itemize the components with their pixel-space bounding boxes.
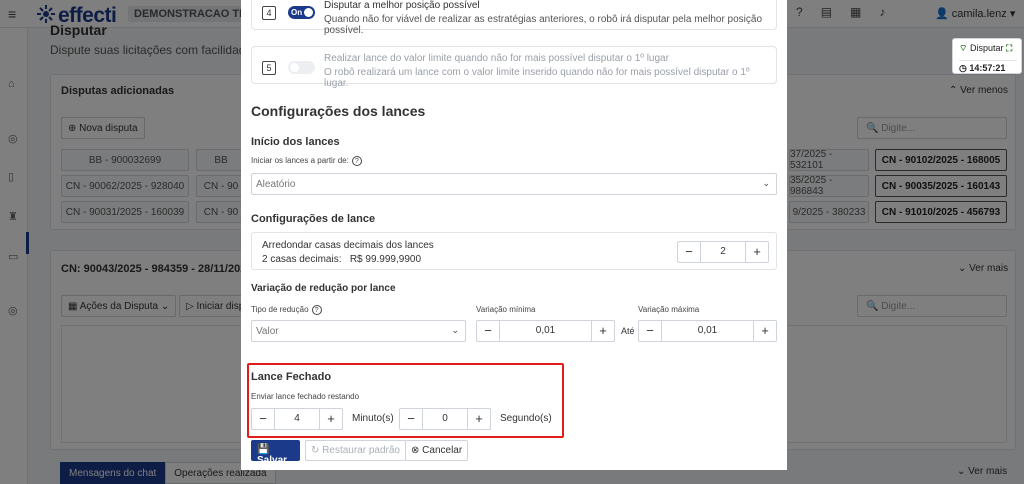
rounding-example-label: 2 casas decimais: <box>262 254 342 265</box>
tipo-reducao-select[interactable]: Valor ⌄ <box>251 320 466 342</box>
variacao-minima-value[interactable]: 0,01 <box>499 321 592 341</box>
increment-button[interactable]: + <box>746 242 768 262</box>
widget-label: Disputar <box>969 43 1004 53</box>
tipo-reducao-label: Tipo de redução? <box>251 305 322 315</box>
option-number: 5 <box>262 61 276 75</box>
rounding-example: 2 casas decimais: R$ 99.999,9900 <box>262 254 421 265</box>
decrement-button[interactable]: − <box>252 409 274 429</box>
strategy-option-5: 5 Realizar lance do valor limite quando … <box>251 46 777 89</box>
bid-settings-modal: 4 On Disputar a melhor posição possível … <box>241 0 787 470</box>
config-lance-title: Configurações de lance <box>251 213 376 225</box>
chevron-down-icon: ⌄ <box>451 325 459 335</box>
save-label: Salvar <box>257 455 288 466</box>
save-icon: 💾 <box>257 444 270 455</box>
variacao-title: Variação de redução por lance <box>251 283 396 294</box>
option-4-toggle[interactable]: On <box>288 6 315 19</box>
seconds-label: Segundo(s) <box>500 413 552 424</box>
ate-label: Até <box>621 326 635 336</box>
tipo-reducao-value: Valor <box>256 326 279 337</box>
section-title: Configurações dos lances <box>251 103 426 119</box>
inicio-lances-select[interactable]: Aleatório ⌄ <box>251 173 777 195</box>
minutes-value[interactable]: 4 <box>274 409 320 429</box>
option-description: Quando não for viável de realizar as est… <box>324 14 763 36</box>
rounding-example-value: R$ 99.999,9900 <box>349 254 421 265</box>
help-icon[interactable]: ? <box>351 156 362 166</box>
option-description: O robô realizará um lance com o valor li… <box>324 67 750 89</box>
strategy-option-4: 4 On Disputar a melhor posição possível … <box>251 0 777 36</box>
variacao-minima-label: Variação mínima <box>476 305 536 314</box>
seconds-stepper[interactable]: − 0 + <box>399 408 491 430</box>
rounding-label: Arredondar casas decimais dos lances <box>262 240 434 251</box>
option-number: 4 <box>262 6 276 20</box>
rounding-box: Arredondar casas decimais dos lances 2 c… <box>251 232 777 270</box>
increment-button[interactable]: + <box>592 321 614 341</box>
option-5-toggle[interactable] <box>288 61 315 74</box>
option-title: Realizar lance do valor limite quando nã… <box>324 53 669 64</box>
cancel-icon: ⊗ <box>411 445 420 456</box>
minutes-stepper[interactable]: − 4 + <box>251 408 343 430</box>
widget-clock: ◷ 14:57:21 <box>959 60 1017 74</box>
decrement-button[interactable]: − <box>400 409 422 429</box>
tipo-reducao-label-text: Tipo de redução <box>251 305 309 315</box>
widget-status: ⌔ Disputar ⛶ <box>959 43 1013 53</box>
restore-icon: ↻ <box>311 445 320 456</box>
dispute-widget[interactable]: ⌔ Disputar ⛶ ◷ 14:57:21 <box>952 38 1022 74</box>
lance-fechado-title: Lance Fechado <box>251 371 332 383</box>
increment-button[interactable]: + <box>320 409 342 429</box>
decrement-button[interactable]: − <box>639 321 661 341</box>
cancel-button[interactable]: ⊗ Cancelar <box>405 440 469 461</box>
lance-fechado-label: Enviar lance fechado restando <box>251 392 360 401</box>
variacao-maxima-label: Variação máxima <box>638 305 700 314</box>
inicio-lances-label-text: Iniciar os lances a partir de: <box>251 156 349 166</box>
increment-button[interactable]: + <box>468 409 490 429</box>
minutes-label: Minuto(s) <box>352 413 394 424</box>
decimal-places-stepper[interactable]: − 2 + <box>677 241 769 263</box>
increment-button[interactable]: + <box>754 321 776 341</box>
chevron-down-icon: ⌄ <box>762 178 770 188</box>
restore-label: Restaurar padrão <box>322 445 400 456</box>
seconds-value[interactable]: 0 <box>422 409 468 429</box>
widget-time: 14:57:21 <box>969 63 1006 73</box>
inicio-lances-value: Aleatório <box>256 179 296 190</box>
cancel-label: Cancelar <box>422 445 463 456</box>
decrement-button[interactable]: − <box>477 321 499 341</box>
variacao-maxima-stepper[interactable]: − 0,01 + <box>638 320 777 342</box>
option-title: Disputar a melhor posição possível <box>324 0 480 11</box>
save-button[interactable]: 💾 Salvar <box>251 440 300 466</box>
restore-default-button[interactable]: ↻ Restaurar padrão <box>305 440 406 461</box>
decimal-places-value[interactable]: 2 <box>700 242 746 262</box>
variacao-maxima-value[interactable]: 0,01 <box>661 321 754 341</box>
decrement-button[interactable]: − <box>678 242 700 262</box>
help-icon[interactable]: ? <box>311 305 322 315</box>
inicio-lances-title: Início dos lances <box>251 136 340 148</box>
inicio-lances-label: Iniciar os lances a partir de:? <box>251 156 362 166</box>
variacao-minima-stepper[interactable]: − 0,01 + <box>476 320 615 342</box>
